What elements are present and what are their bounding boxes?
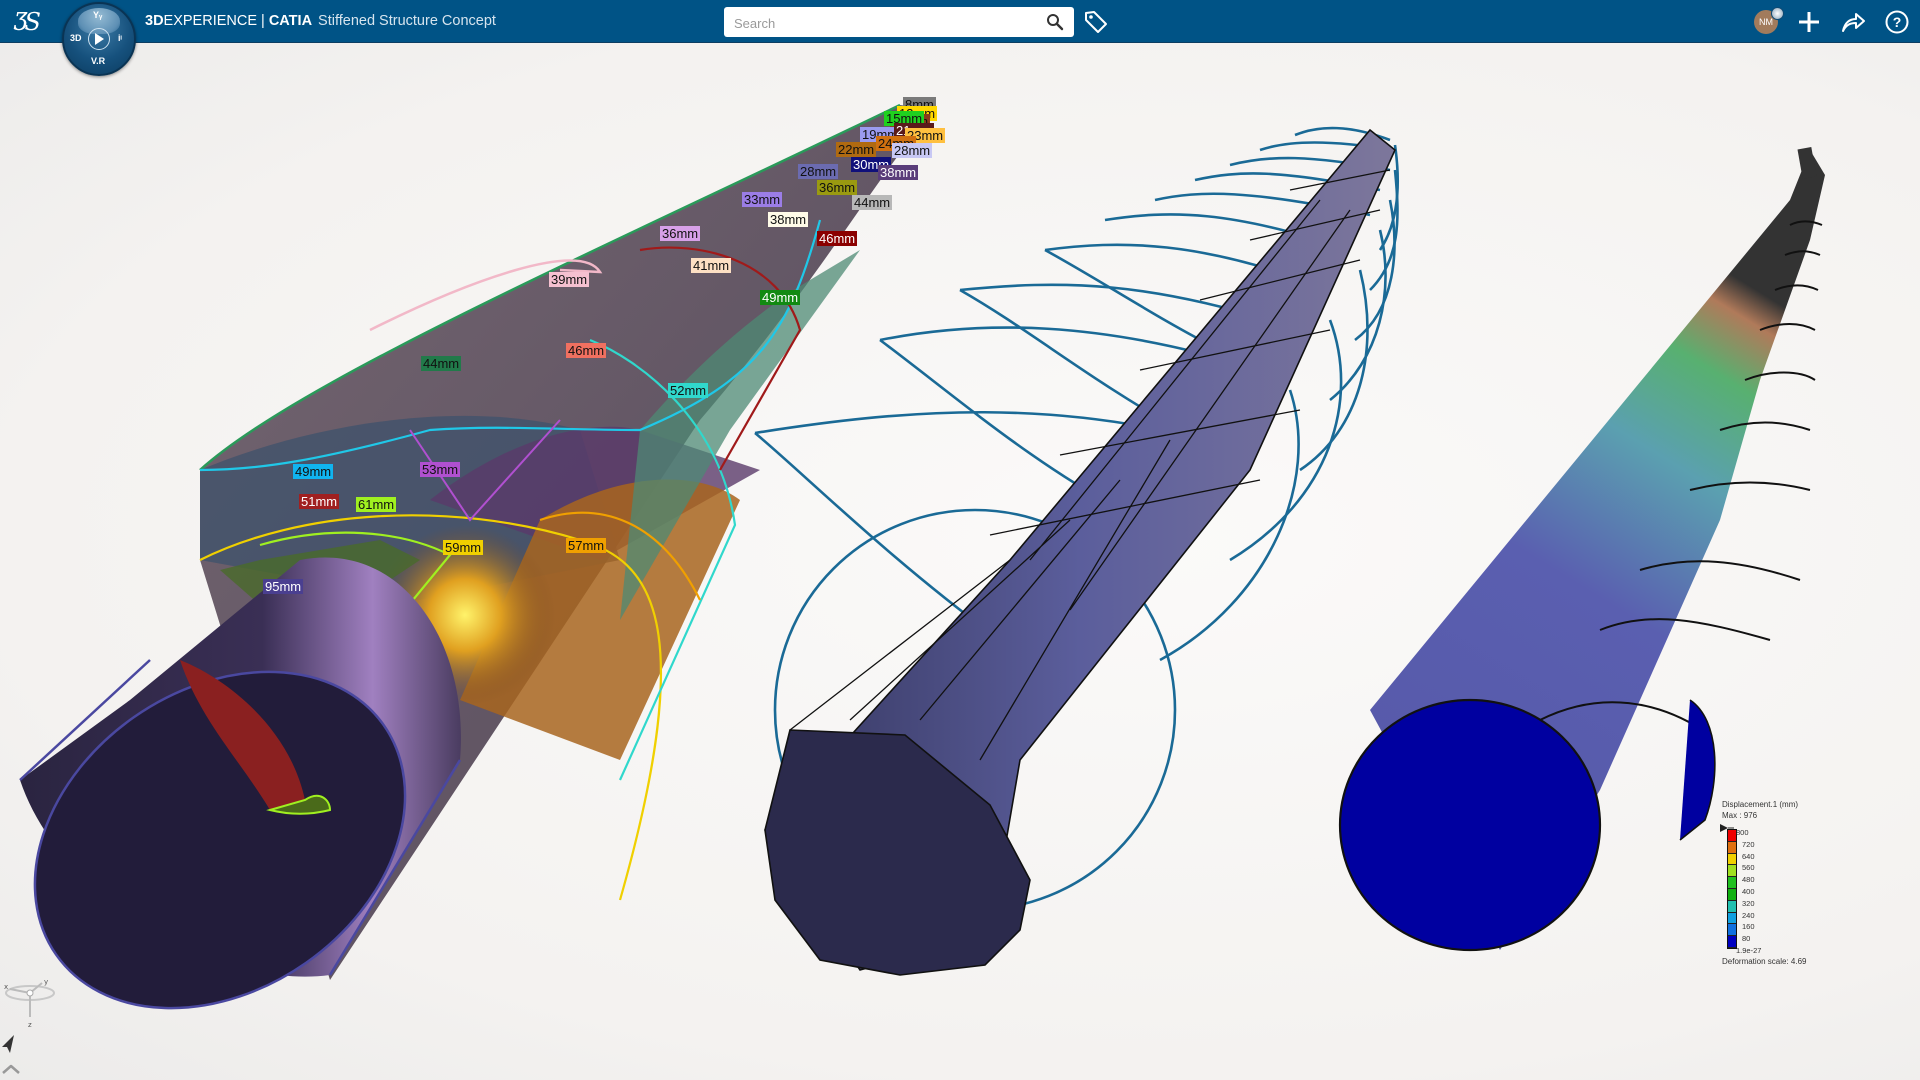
svg-text:ƷS: ƷS [13,8,41,36]
legend-color-segment [1728,936,1736,948]
legend-tick-label: 240 [1742,910,1755,920]
dimension-label[interactable]: 57mm [566,538,607,553]
legend-color-segment [1728,877,1736,889]
user-avatar[interactable]: NM [1754,7,1784,34]
axis-triad-icon[interactable]: x y z [0,975,60,1030]
dimension-label[interactable]: 52mm [668,383,709,398]
compass-social-label[interactable]: Yᵧ [93,10,102,20]
dimension-label[interactable]: 44mm [421,356,462,371]
dimension-label[interactable]: 38mm [878,165,919,180]
search-box [724,7,1074,39]
dimension-label[interactable]: 49mm [293,464,334,479]
legend-tick-label: 160 [1742,922,1755,932]
search-input[interactable] [732,7,1036,39]
search-icon[interactable] [1046,13,1064,31]
dimension-label[interactable]: 38mm [768,212,809,227]
dimension-label[interactable]: 95mm [263,579,304,594]
3d-viewport[interactable]: 8mm13mm14mm15mm19mm21mm23mm24mm22mm28mm3… [0,43,1920,1080]
share-icon[interactable] [1838,7,1868,37]
dimension-label[interactable]: 28mm [892,143,933,158]
compass-3d-label[interactable]: 3D [70,33,82,43]
dimension-label[interactable]: 39mm [549,272,590,287]
top-bar: ƷS 3DEXPERIENCE | CATIA Stiffened Structure… [0,0,1920,43]
compass-widget[interactable]: Yᵧ 3D iᵎ V.R [62,2,136,76]
dimension-label[interactable]: 28mm [798,164,839,179]
legend-color-segment [1728,888,1736,901]
add-icon[interactable] [1794,7,1824,37]
help-icon[interactable]: ? [1882,7,1912,37]
dimension-label[interactable]: 44mm [852,195,893,210]
dimension-label[interactable]: 49mm [760,290,801,305]
legend-title: Displacement.1 (mm) [1722,800,1799,809]
app-name: CATIA [268,13,313,29]
color-legend[interactable]: Displacement.1 (mm) Max : 976 800 720 640 5… [1720,799,1842,966]
svg-text:?: ? [1893,14,1902,30]
scene-canvas[interactable] [0,43,1920,1080]
legend-tick-label: 320 [1742,898,1755,908]
play-icon[interactable] [88,28,110,50]
document-title: Stiffened Structure Concept [318,13,496,29]
brand-rest: EXPERIENCE [163,13,258,29]
dimension-label[interactable]: 33mm [742,192,783,207]
legend-tick-label: 560 [1742,863,1755,873]
app-title: 3DEXPERIENCE | CATIA Stiffened Structure Co… [145,0,496,42]
legend-color-segment [1728,900,1736,913]
polygonal-shaft[interactable] [763,128,1396,976]
triad-z-label: z [28,1021,32,1029]
legend-color-bar[interactable] [1727,829,1737,949]
dimension-label[interactable]: 46mm [566,343,607,358]
triad-y-label: y [44,978,48,986]
dimension-label[interactable]: 36mm [660,226,701,241]
legend-tick-label: 800 [1736,828,1749,837]
legend-color-segment [1728,865,1736,878]
dimension-label[interactable]: 36mm [817,180,858,195]
dimension-label[interactable]: 61mm [356,497,397,512]
compass-vr-label[interactable]: V.R [91,56,105,66]
brand-bold: 3D [145,13,164,29]
legend-tick-label: 80 [1742,934,1751,944]
legend-tick-label: 1.9e-27 [1736,945,1762,955]
dimension-label[interactable]: 22mm [836,142,877,157]
legend-color-segment [1728,912,1736,925]
dassault-systemes-logo[interactable]: ƷS [12,6,50,36]
title-separator: | [261,13,265,29]
legend-tick-label: 720 [1742,839,1755,849]
compass-info-label[interactable]: iᵎ [118,33,122,43]
legend-max: Max : 976 [1722,811,1758,820]
avatar-initials: NM [1759,17,1773,27]
legend-color-segment [1728,924,1736,937]
notification-badge-icon [1771,7,1784,20]
triad-x-label: x [4,983,8,991]
dimension-label[interactable]: 53mm [420,462,461,477]
legend-pointer-icon[interactable] [1720,823,1734,833]
deformation-scale: Deformation scale: 4.69 [1722,957,1807,966]
dimension-label[interactable]: 59mm [443,540,484,555]
legend-ticks: 800 720 640 560 480 400 320 240 160 80 1.9e-27 [1736,827,1761,957]
tag-icon[interactable] [1083,9,1109,35]
dimension-label[interactable]: 41mm [691,258,732,273]
stiffened-shell-model[interactable] [0,103,935,1078]
legend-tick-label: 480 [1742,875,1755,885]
expand-action-bar-icon[interactable] [0,1062,22,1076]
dimension-label[interactable]: 46mm [817,231,858,246]
legend-color-segment [1728,841,1736,854]
legend-color-segment [1728,853,1736,866]
legend-tick-label: 400 [1742,886,1755,896]
dimension-label[interactable]: 51mm [299,494,340,509]
legend-tick-label: 640 [1742,851,1755,861]
mouse-cursor-icon [2,1035,14,1053]
